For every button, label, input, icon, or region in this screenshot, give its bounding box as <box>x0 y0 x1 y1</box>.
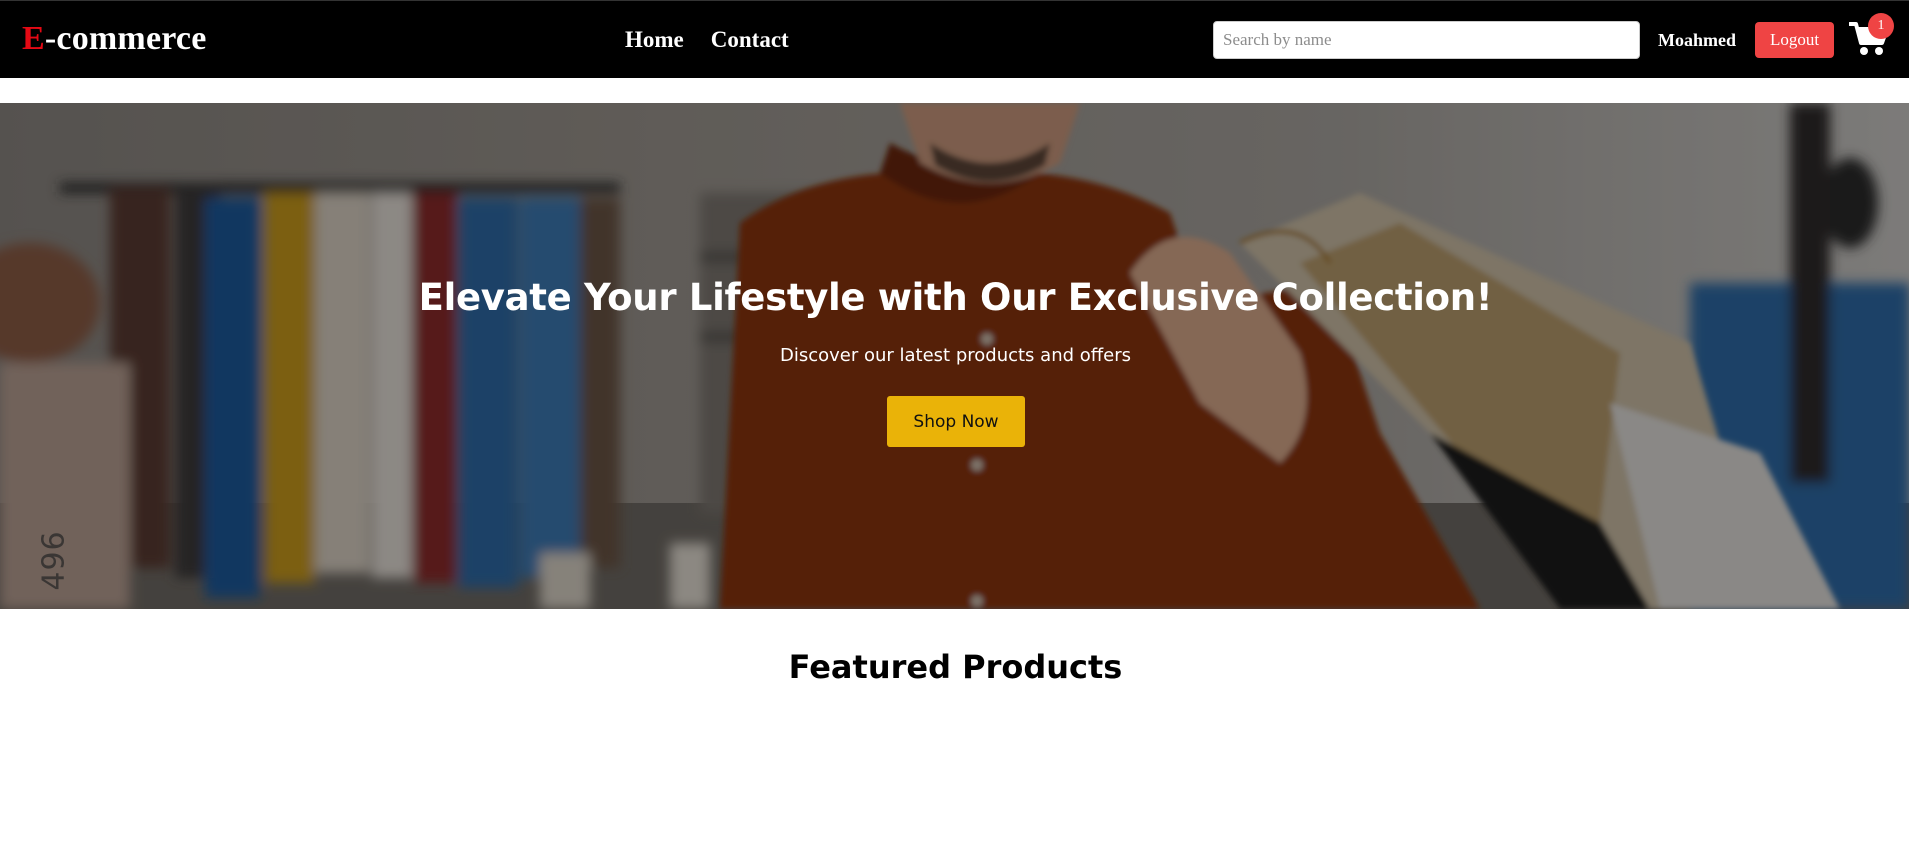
cart-count-badge: 1 <box>1868 13 1894 39</box>
username: Moahmed <box>1658 30 1736 50</box>
nav-link-home[interactable]: Home <box>625 25 684 55</box>
hero-title: Elevate Your Lifestyle with Our Exclusiv… <box>418 276 1493 319</box>
shop-now-button[interactable]: Shop Now <box>887 396 1025 447</box>
logo-text: -commerce <box>44 20 207 57</box>
nav-links: Home Contact <box>625 25 789 55</box>
hero-banner: 496 Elevate Your Lifestyle with Our Excl… <box>0 103 1909 609</box>
logout-button[interactable]: Logout <box>1755 22 1834 58</box>
logo-letter: E <box>22 20 45 57</box>
hero-content: Elevate Your Lifestyle with Our Exclusiv… <box>0 103 1909 609</box>
cart-button[interactable]: 1 <box>1846 13 1896 63</box>
logo[interactable]: E-commerce <box>22 19 207 59</box>
search-input[interactable] <box>1213 21 1640 59</box>
featured-products-heading: Featured Products <box>788 648 1123 686</box>
navbar: E-commerce Home Contact Moahmed Logout 1 <box>0 0 1909 78</box>
hero-subtitle: Discover our latest products and offers <box>779 345 1132 366</box>
nav-link-contact[interactable]: Contact <box>711 25 789 55</box>
